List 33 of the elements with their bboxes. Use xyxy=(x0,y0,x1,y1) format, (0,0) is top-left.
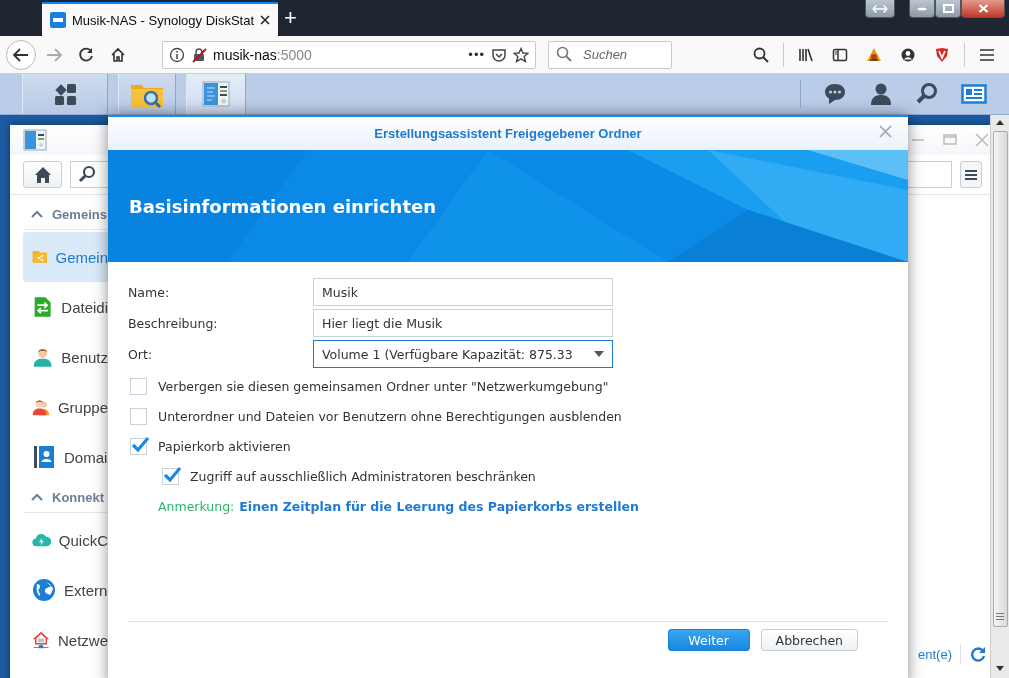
browser-tab[interactable]: Musik-NAS - Synology DiskStat xyxy=(42,2,279,36)
status-text: ent(e) xyxy=(918,646,952,662)
section-header[interactable]: Konnekt xyxy=(52,489,104,505)
checkbox-label: Zugriff auf ausschließlich Administratoren beschränken xyxy=(190,468,536,484)
sidebar-item[interactable]: Netzwe xyxy=(23,615,108,665)
field-label: Beschreibung: xyxy=(128,315,219,331)
checkbox-label: Verbergen sie diesen gemeinsamen Ordner unter "Netzwerkumgebung" xyxy=(158,378,609,394)
sidebar-item[interactable]: QuickC xyxy=(23,515,108,565)
schedule-link[interactable]: Einen Zeitplan für die Leerung des Papierkorbs erstellen xyxy=(239,498,639,514)
location-dropdown[interactable]: Volume 1 (Verfügbare Kapazität: 875.33 xyxy=(313,340,613,368)
dialog-title: Erstellungsassistent Freigegebener Ordner xyxy=(374,126,642,141)
page-actions-button[interactable]: ••• xyxy=(468,47,485,62)
note-label: Anmerkung: xyxy=(158,498,235,514)
new-tab-button[interactable]: + xyxy=(284,7,297,29)
section-header[interactable]: Gemeins xyxy=(52,206,107,222)
search-field[interactable]: Suchen xyxy=(548,40,672,69)
address-bar[interactable]: musik-nas:5000 ••• xyxy=(162,40,536,69)
tab-title: Musik-NAS - Synology DiskStat xyxy=(72,12,255,28)
sidebar-item[interactable]: Dateidi xyxy=(23,282,108,332)
banner-heading: Basisinformationen einrichten xyxy=(129,195,437,217)
sidebar-item[interactable]: Domai xyxy=(23,432,108,482)
url-text: musik-nas:5000 xyxy=(213,46,313,63)
cancel-button[interactable]: Abbrechen xyxy=(760,629,858,651)
sidebar-item[interactable]: Extern xyxy=(23,565,108,615)
checkbox-label: Papierkorb aktivieren xyxy=(158,438,291,454)
sidebar-item[interactable]: Gruppe xyxy=(23,382,108,432)
field-label: Ort: xyxy=(128,346,154,362)
input-field[interactable]: Musik xyxy=(313,278,613,306)
sidebar-item[interactable]: Benutz xyxy=(23,332,108,382)
input-field[interactable]: Hier liegt die Musik xyxy=(313,309,613,337)
checkbox-label: Unterordner und Dateien vor Benutzern ohne Berechtigungen ausblenden xyxy=(158,408,622,424)
sidebar-item[interactable]: Gemein xyxy=(23,232,108,282)
field-label: Name: xyxy=(128,284,171,300)
